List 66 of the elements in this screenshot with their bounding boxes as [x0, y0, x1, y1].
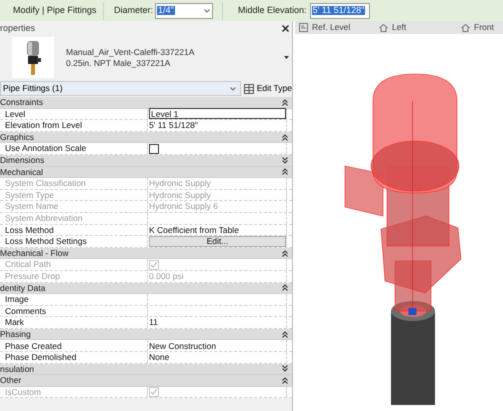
property-value: Hydronic Supply	[149, 190, 211, 200]
property-label: Use Annotation Scale	[5, 144, 86, 153]
property-value: Hydronic Supply	[149, 179, 211, 188]
group-header[interactable]: Dimensions	[0, 154, 292, 167]
panel-title: roperties	[0, 24, 36, 33]
group-header[interactable]: nsulation	[0, 364, 292, 376]
property-label: Elevation from Level	[5, 121, 82, 130]
valve-icon	[24, 40, 42, 74]
property-label: System Abbreviation	[5, 214, 82, 222]
group-header[interactable]: Mechanical - Flow	[0, 248, 292, 260]
view-icon	[299, 23, 308, 32]
context-label: Modify | Pipe Fittings	[12, 6, 98, 15]
collapse-icon[interactable]	[282, 250, 288, 257]
close-icon[interactable]	[282, 25, 289, 32]
diameter-label: Diameter:	[114, 6, 154, 15]
property-label: System Type	[5, 190, 54, 200]
group-header[interactable]: Mechanical	[0, 166, 292, 178]
collapse-icon[interactable]	[282, 284, 288, 292]
view-tab[interactable]: Ref. Level	[299, 23, 379, 32]
property-label: Comments	[5, 306, 46, 316]
collapse-icon[interactable]	[282, 377, 288, 384]
group-header[interactable]: Graphics	[0, 132, 292, 144]
diameter-dropdown[interactable]: 1/4"	[155, 2, 214, 18]
view-tab[interactable]: Front	[461, 23, 494, 32]
property-label: Phase Created	[5, 342, 62, 350]
property-label: Image	[5, 295, 29, 304]
property-label: Loss Method	[5, 226, 54, 234]
property-label: Pressure Drop	[5, 272, 60, 280]
house-icon	[461, 24, 470, 32]
edit-type-button[interactable]: Edit Type	[244, 84, 292, 94]
property-label: IsCustom	[5, 388, 41, 396]
collapse-icon[interactable]	[282, 168, 288, 176]
property-value: 5' 11 51/128"	[149, 121, 198, 130]
group-header[interactable]: Other	[0, 375, 292, 387]
group-header[interactable]: Constraints	[0, 97, 292, 109]
expand-icon[interactable]	[282, 365, 288, 372]
expand-icon[interactable]	[282, 156, 288, 164]
collapse-icon[interactable]	[282, 134, 288, 141]
property-value: New Construction	[149, 342, 216, 350]
edit-button[interactable]: Edit...	[149, 236, 286, 247]
value-field[interactable]: Level 1	[149, 108, 286, 120]
collapse-icon[interactable]	[282, 330, 288, 338]
view-tab[interactable]: Left	[379, 23, 447, 32]
instance-dropdown[interactable]: Pipe Fittings (1)	[0, 81, 241, 96]
group-header[interactable]: dentity Data	[0, 282, 292, 294]
group-header[interactable]: Phasing	[0, 328, 292, 340]
elevation-label: Middle Elevation:	[238, 6, 307, 15]
property-label: Level	[5, 110, 26, 118]
property-value: K Coefficient from Table	[149, 226, 239, 234]
table-icon	[244, 84, 254, 94]
checkbox[interactable]	[149, 144, 159, 154]
collapse-icon[interactable]	[282, 98, 288, 106]
property-value: None	[149, 353, 170, 362]
type-size: 0.25in. NPT Male_337221A	[66, 59, 172, 68]
house-icon	[379, 24, 388, 32]
property-value: Hydronic Supply 6	[149, 202, 218, 211]
property-label: System Classification	[5, 179, 86, 188]
property-label: Mark	[5, 318, 24, 327]
elevation-dropdown[interactable]: 5' 11 51/128"	[310, 2, 370, 18]
property-label: Loss Method Settings	[5, 237, 87, 246]
property-label: Phase Demolished	[5, 353, 76, 362]
property-value: 11	[149, 318, 158, 327]
type-name: Manual_Air_Vent-Caleffi-337221A	[66, 48, 196, 56]
property-label: System Name	[5, 202, 58, 211]
property-label: Critical Path	[5, 260, 51, 269]
property-value: 0.000 psi	[149, 272, 184, 280]
